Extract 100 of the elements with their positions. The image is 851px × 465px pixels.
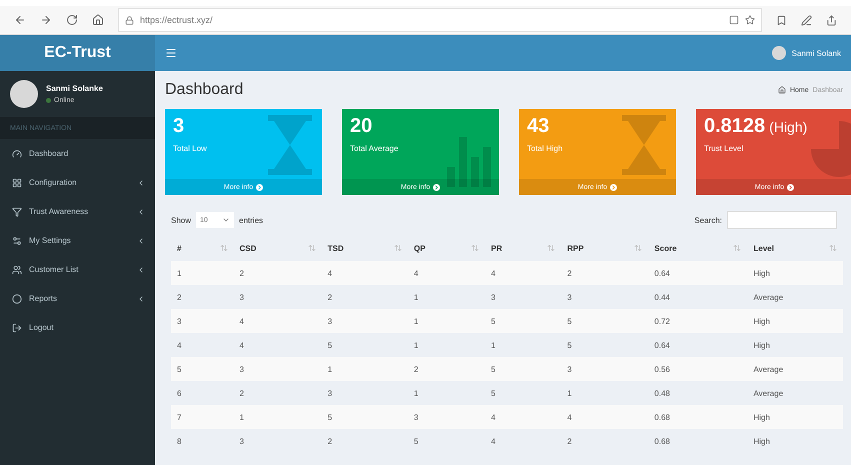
stat-label: Total Low bbox=[173, 144, 208, 153]
column-header[interactable]: TSD bbox=[328, 244, 344, 252]
table-cell: 1 bbox=[408, 381, 485, 405]
menu-icon[interactable] bbox=[165, 47, 177, 59]
entries-label: entries bbox=[239, 216, 264, 224]
table-cell: 0.44 bbox=[648, 285, 748, 309]
nav-icon bbox=[12, 322, 22, 332]
table-cell: 1 bbox=[322, 357, 408, 381]
reader-icon[interactable] bbox=[729, 15, 739, 25]
table-cell: High bbox=[747, 333, 843, 357]
column-header[interactable]: QP bbox=[414, 244, 426, 252]
table-cell: 4 bbox=[234, 309, 322, 333]
table-cell: 3 bbox=[234, 285, 322, 309]
table-cell: 2 bbox=[234, 261, 322, 285]
column-header[interactable]: # bbox=[177, 244, 182, 252]
table-cell: 1 bbox=[408, 309, 485, 333]
table-cell: 5 bbox=[561, 309, 648, 333]
table-cell: High bbox=[747, 405, 843, 429]
table-cell: 5 bbox=[322, 333, 408, 357]
table-cell: 2 bbox=[234, 381, 322, 405]
lock-icon bbox=[125, 16, 134, 24]
favorites-icon[interactable] bbox=[776, 14, 787, 26]
table-cell: 4 bbox=[485, 405, 562, 429]
column-header[interactable]: Level bbox=[753, 244, 774, 252]
nav-item[interactable]: Logout bbox=[0, 313, 155, 342]
table-cell: 2 bbox=[561, 261, 648, 285]
chevron-icon bbox=[137, 178, 145, 186]
arrow-circle-icon bbox=[433, 184, 440, 190]
nav-item[interactable]: Configuration bbox=[0, 168, 155, 197]
table-cell: 5 bbox=[322, 405, 408, 429]
table-cell: 3 bbox=[485, 285, 562, 309]
table-cell: 0.72 bbox=[648, 309, 748, 333]
avatar bbox=[10, 80, 38, 108]
arrow-circle-icon bbox=[787, 184, 794, 190]
chevron-icon bbox=[137, 208, 145, 216]
table-cell: 0.64 bbox=[648, 261, 748, 285]
page-title: Dashboard bbox=[165, 81, 244, 99]
hourglass-icon bbox=[266, 113, 314, 177]
table-cell: 3 bbox=[322, 309, 408, 333]
stat-value: 43 bbox=[527, 115, 550, 138]
table-cell: 3 bbox=[234, 357, 322, 381]
table-cell: 2 bbox=[171, 285, 234, 309]
stat-label: Total Average bbox=[350, 144, 400, 153]
table-cell: 5 bbox=[171, 357, 234, 381]
chevron-down-icon bbox=[222, 216, 230, 224]
chevron-icon bbox=[137, 294, 145, 302]
user-menu[interactable]: Sanmi Solank bbox=[772, 46, 841, 60]
table-cell: High bbox=[747, 261, 843, 285]
table-cell: 0.68 bbox=[648, 429, 748, 453]
table-cell: 8 bbox=[171, 429, 234, 453]
table-cell: 5 bbox=[408, 429, 485, 453]
table-cell: 7 bbox=[171, 405, 234, 429]
refresh-icon[interactable] bbox=[66, 14, 78, 26]
nav-item[interactable]: Trust Awareness bbox=[0, 197, 155, 226]
table-cell: 5 bbox=[485, 381, 562, 405]
table-cell: 3 bbox=[322, 381, 408, 405]
nav-item[interactable]: Customer List bbox=[0, 255, 155, 284]
nav-icon bbox=[12, 206, 22, 216]
brand-logo[interactable]: EC-Trust bbox=[0, 35, 155, 71]
address-bar[interactable]: https://ectrust.xyz/ bbox=[118, 8, 762, 32]
column-header[interactable]: Score bbox=[654, 244, 677, 252]
table-cell: 4 bbox=[234, 333, 322, 357]
table-cell: 0.56 bbox=[648, 357, 748, 381]
nav-item[interactable]: My Settings bbox=[0, 226, 155, 255]
table-cell: 1 bbox=[485, 333, 562, 357]
table-cell: Average bbox=[747, 381, 843, 405]
table-cell: 4 bbox=[408, 261, 485, 285]
stat-value: 3 bbox=[173, 115, 186, 138]
table-cell: 4 bbox=[561, 405, 648, 429]
forward-icon[interactable] bbox=[40, 14, 52, 26]
column-header[interactable]: RPP bbox=[567, 244, 584, 252]
table-cell: 4 bbox=[322, 261, 408, 285]
hourglass-icon bbox=[620, 113, 668, 177]
stat-value: 20 bbox=[350, 115, 374, 138]
nav-icon bbox=[12, 178, 22, 188]
home-icon bbox=[778, 86, 786, 94]
table-cell: High bbox=[747, 429, 843, 453]
pen-icon[interactable] bbox=[801, 14, 812, 26]
nav-item[interactable]: Reports bbox=[0, 284, 155, 313]
table-cell: 5 bbox=[561, 333, 648, 357]
table-cell: 1 bbox=[408, 285, 485, 309]
table-cell: 5 bbox=[485, 309, 562, 333]
share-icon[interactable] bbox=[826, 14, 837, 26]
table-cell: 1 bbox=[561, 381, 648, 405]
table-cell: 1 bbox=[171, 261, 234, 285]
back-icon[interactable] bbox=[14, 14, 26, 26]
table-cell: 4 bbox=[485, 429, 562, 453]
column-header[interactable]: CSD bbox=[240, 244, 256, 252]
star-icon[interactable] bbox=[745, 15, 755, 25]
home-icon[interactable] bbox=[92, 14, 104, 26]
column-header[interactable]: PR bbox=[491, 244, 502, 252]
show-label: Show bbox=[171, 216, 192, 224]
search-field[interactable] bbox=[727, 211, 837, 229]
table-cell: 1 bbox=[234, 405, 322, 429]
nav-icon bbox=[12, 264, 22, 274]
table-cell: 2 bbox=[322, 285, 408, 309]
table-cell: 3 bbox=[171, 309, 234, 333]
table-cell: Average bbox=[747, 285, 843, 309]
nav-item[interactable]: Dashboard bbox=[0, 139, 155, 168]
table-cell: 2 bbox=[322, 429, 408, 453]
